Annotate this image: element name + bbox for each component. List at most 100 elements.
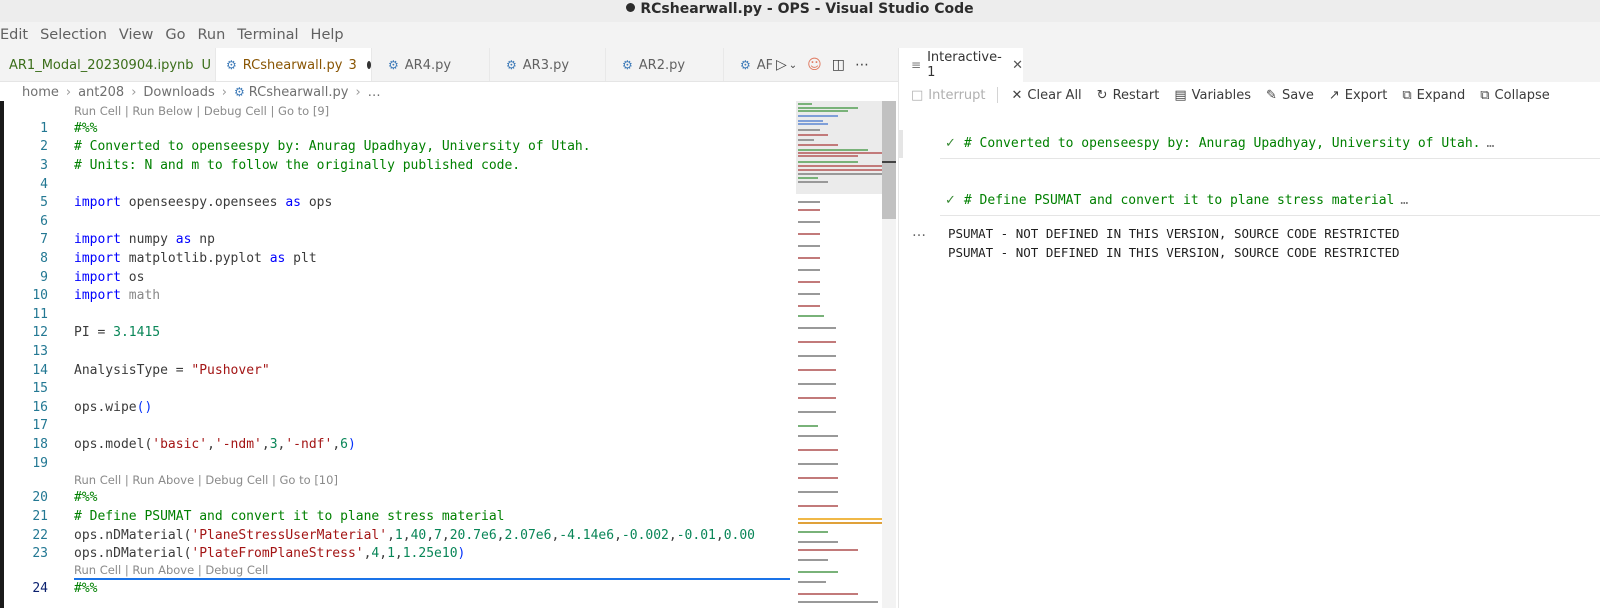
- cell-more-button[interactable]: …: [1486, 136, 1494, 151]
- split-editor-icon[interactable]: ◫: [832, 57, 845, 73]
- tab-ar2[interactable]: ⚙ AR2.py: [606, 48, 724, 81]
- code-line: 13: [0, 343, 790, 361]
- cell-divider: [940, 215, 1600, 216]
- code-line: 12 PI = 3.1415: [0, 324, 790, 342]
- line-number: 16: [32, 400, 48, 415]
- python-icon: ⚙: [740, 58, 751, 72]
- line-number: 1: [40, 121, 48, 136]
- editor-scrollbar[interactable]: [882, 101, 896, 608]
- code-line: 19: [0, 455, 790, 473]
- close-icon[interactable]: ✕: [1012, 58, 1023, 73]
- line-number: 5: [40, 195, 48, 210]
- python-icon: ⚙: [388, 58, 399, 72]
- collapse-icon: ⧉: [1480, 87, 1490, 103]
- code-line: 15: [0, 380, 790, 398]
- code-line: 5 import openseespy.opensees as ops: [0, 194, 790, 212]
- check-icon: ✓: [945, 193, 956, 208]
- code-line: 7 import numpy as np: [0, 231, 790, 249]
- menu-help[interactable]: Help: [305, 27, 350, 43]
- code-editor[interactable]: Run Cell | Run Below | Debug Cell | Go t…: [0, 101, 790, 608]
- window-title: RCshearwall.py - OPS - Visual Studio Cod…: [0, 1, 1600, 17]
- python-icon: ⚙: [506, 58, 517, 72]
- menu-go[interactable]: Go: [159, 27, 191, 43]
- cell-output-line: PSUMAT - NOT DEFINED IN THIS VERSION, SO…: [948, 226, 1400, 241]
- minimap[interactable]: [790, 101, 898, 608]
- code-line: 23 ops.nDMaterial('PlateFromPlaneStress',…: [0, 545, 790, 563]
- menu-view[interactable]: View: [113, 27, 159, 43]
- clear-all-button[interactable]: ✕ Clear All: [1012, 88, 1082, 103]
- tab-ar1-modal[interactable]: AR1_Modal_20230904.ipynb U: [0, 48, 216, 81]
- line-number: 12: [32, 325, 48, 340]
- code-line: 9 import os: [0, 269, 790, 287]
- scrollbar-thumb[interactable]: [882, 101, 896, 219]
- variables-button[interactable]: ▤ Variables: [1174, 88, 1251, 103]
- expand-button[interactable]: ⧉ Expand: [1402, 88, 1465, 103]
- cell-focus-indicator: [899, 130, 903, 158]
- code-lens-cell-1[interactable]: Run Cell | Run Below | Debug Cell | Go t…: [74, 103, 329, 119]
- tab-rcshearwall[interactable]: ⚙ RCshearwall.py 3: [216, 48, 372, 81]
- interactive-toolbar: □ Interrupt ✕ Clear All ↻ Restart ▤ Variable…: [899, 82, 1600, 108]
- cell-output-line: PSUMAT - NOT DEFINED IN THIS VERSION, SO…: [948, 245, 1400, 260]
- problems-badge: 3: [348, 57, 357, 73]
- breadcrumb-home[interactable]: home: [22, 85, 59, 100]
- run-icon[interactable]: ▷: [776, 57, 787, 73]
- cell-divider: [940, 158, 1600, 159]
- editor-actions: ▷ ⌄ ☺ ◫ ⋯: [772, 48, 898, 81]
- untracked-badge: U: [201, 57, 212, 73]
- export-icon: ↗: [1328, 87, 1340, 103]
- interactive-cell-2[interactable]: ✓ # Define PSUMAT and convert it to plane…: [945, 193, 1595, 208]
- code-line: 3 # Units: N and m to follow the original…: [0, 157, 790, 175]
- code-line: 22 ops.nDMaterial('PlaneStressUserMateria…: [0, 527, 790, 545]
- save-button[interactable]: ✎ Save: [1266, 88, 1314, 103]
- output-more-button[interactable]: …: [912, 224, 926, 240]
- code-line: 21 # Define PSUMAT and convert it to plan…: [0, 508, 790, 526]
- line-number: 8: [40, 251, 48, 266]
- save-icon: ✎: [1266, 87, 1277, 103]
- chevron-down-icon[interactable]: ⌄: [789, 60, 797, 71]
- line-number: 21: [32, 509, 48, 524]
- cell-more-button[interactable]: …: [1400, 193, 1408, 208]
- breadcrumb-downloads[interactable]: Downloads: [143, 85, 214, 100]
- unsaved-dot-icon[interactable]: [366, 61, 371, 69]
- restart-button[interactable]: ↻ Restart: [1097, 88, 1160, 103]
- toolbar-separator: [996, 87, 998, 103]
- restart-icon: ↻: [1096, 87, 1108, 103]
- tab-interactive-1[interactable]: ≡ Interactive-1 ✕: [899, 48, 1023, 82]
- menu-edit[interactable]: Edit: [0, 27, 34, 43]
- chevron-right-icon: ›: [65, 84, 72, 100]
- python-icon: ⚙: [622, 58, 633, 72]
- title-bar: RCshearwall.py - OPS - Visual Studio Cod…: [0, 0, 1600, 22]
- python-icon: ⚙: [234, 85, 245, 99]
- collapse-button[interactable]: ⧉ Collapse: [1480, 88, 1550, 103]
- cursor-marker: [882, 161, 896, 163]
- code-line: 10 import math: [0, 287, 790, 305]
- code-line: 4: [0, 176, 790, 194]
- code-line: 2 # Converted to openseespy by: Anurag Up…: [0, 138, 790, 156]
- line-number: 11: [32, 307, 48, 322]
- menu-selection[interactable]: Selection: [34, 27, 113, 43]
- tab-ar4[interactable]: ⚙ AR4.py: [372, 48, 490, 81]
- code-line: 24 #%%: [0, 580, 790, 598]
- interactive-cell-1[interactable]: ✓ # Converted to openseespy by: Anurag Up…: [945, 136, 1595, 151]
- copilot-icon[interactable]: ☺: [807, 57, 822, 73]
- code-lens-cell-3[interactable]: Run Cell | Run Above | Debug Cell: [74, 562, 268, 578]
- more-actions-icon[interactable]: ⋯: [855, 57, 869, 73]
- interrupt-button[interactable]: □ Interrupt: [911, 88, 986, 103]
- breadcrumb-symbol[interactable]: …: [368, 85, 381, 100]
- code-line: 1 #%%: [0, 120, 790, 138]
- line-number: 9: [40, 270, 48, 285]
- python-icon: ⚙: [226, 58, 237, 72]
- export-button[interactable]: ↗ Export: [1329, 88, 1387, 103]
- menu-terminal[interactable]: Terminal: [231, 27, 304, 43]
- expand-icon: ⧉: [1402, 87, 1412, 103]
- line-number: 15: [32, 381, 48, 396]
- unsaved-dot-icon: [626, 3, 636, 12]
- variables-icon: ▤: [1174, 87, 1187, 103]
- breadcrumb-file[interactable]: RCshearwall.py: [249, 85, 349, 100]
- tab-ar3[interactable]: ⚙ AR3.py: [490, 48, 606, 81]
- chevron-right-icon: ›: [131, 84, 137, 100]
- list-icon: ≡: [911, 58, 922, 72]
- menu-run[interactable]: Run: [191, 27, 231, 43]
- breadcrumb-ant208[interactable]: ant208: [78, 85, 124, 100]
- code-lens-cell-2[interactable]: Run Cell | Run Above | Debug Cell | Go t…: [74, 472, 338, 488]
